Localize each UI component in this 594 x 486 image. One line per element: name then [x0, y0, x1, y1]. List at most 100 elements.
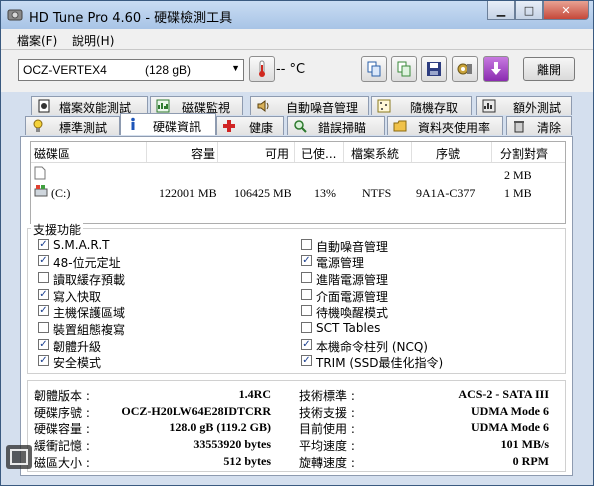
- serial-value: OCZ-H20LW64E28IDTCRR: [121, 404, 271, 418]
- drive-size: (128 gB): [145, 63, 192, 77]
- copy-all-button[interactable]: [391, 56, 417, 82]
- tab-error-scan[interactable]: 錯誤掃瞄: [287, 116, 385, 135]
- lightbulb-icon: [33, 119, 43, 132]
- exit-button[interactable]: 離開: [523, 57, 575, 81]
- disk-monitor-icon: [156, 99, 170, 113]
- drive-name: OCZ-VERTEX4: [23, 63, 107, 77]
- partition-list-header: 磁碟區 容量 可用 已使... 檔案系統 序號 分割對齊: [31, 142, 565, 163]
- arrow-down-icon: [491, 62, 501, 75]
- tab-health[interactable]: 健康: [216, 116, 284, 135]
- options-button[interactable]: [452, 56, 478, 82]
- drive-icon: [34, 185, 48, 197]
- checkbox[interactable]: ✓: [38, 305, 49, 316]
- tab-label: 資料夾使用率: [418, 121, 491, 135]
- temperature-button[interactable]: [249, 56, 275, 82]
- tab-folder-usage[interactable]: 資料夾使用率: [387, 116, 503, 135]
- save-button[interactable]: [421, 56, 447, 82]
- watermark-logo-icon: [6, 445, 32, 469]
- close-button[interactable]: ✕: [543, 1, 589, 20]
- menu-help[interactable]: 說明(H): [72, 32, 114, 49]
- capacity-label: 硬碟容量 :: [34, 422, 90, 436]
- partition-list[interactable]: 磁碟區 容量 可用 已使... 檔案系統 序號 分割對齊 2 MB (C:) 1…: [30, 141, 566, 224]
- column-header[interactable]: 容量: [191, 145, 215, 162]
- tab-random-access[interactable]: 隨機存取: [371, 96, 472, 115]
- standard-label: 技術標準 :: [299, 389, 355, 403]
- buffer-value: 33553920 bytes: [193, 437, 271, 451]
- tab-extra-tests[interactable]: 額外測試: [476, 96, 572, 115]
- tab-label: 健康: [249, 121, 274, 135]
- thermometer-icon: [259, 60, 265, 77]
- checkbox[interactable]: ✓: [301, 339, 312, 350]
- checkbox[interactable]: [301, 289, 312, 300]
- tab-label: 標準測試: [59, 121, 108, 135]
- title-bar[interactable]: HD Tune Pro 4.60 - 硬碟檢測工具 ▁ □ ✕: [1, 1, 593, 29]
- column-header[interactable]: 磁碟區: [34, 145, 70, 162]
- column-header[interactable]: 分割對齊: [500, 145, 548, 162]
- copy-icon: [367, 61, 381, 77]
- partition-serial: 9A1A-C377: [416, 186, 476, 200]
- checkbox[interactable]: [301, 322, 312, 333]
- copy-all-icon: [397, 61, 411, 77]
- tab-erase[interactable]: 清除: [506, 116, 572, 135]
- folder-icon: [393, 120, 407, 132]
- toolbar: OCZ-VERTEX4 (128 gB) ▼ -- °C 離開: [1, 50, 593, 92]
- hd-tune-app-icon: [7, 9, 23, 21]
- buffer-label: 緩衝記憶 :: [34, 439, 90, 453]
- copy-button[interactable]: [361, 56, 387, 82]
- tab-label: 自動噪音管理: [286, 101, 359, 115]
- tab-benchmark[interactable]: 標準測試: [25, 116, 120, 135]
- tab-info[interactable]: 硬碟資訊: [120, 113, 216, 135]
- checkbox[interactable]: ✓: [38, 355, 49, 366]
- tab-label: 錯誤掃瞄: [318, 121, 367, 135]
- info-panel: 磁碟區 容量 可用 已使... 檔案系統 序號 分割對齊 2 MB (C:) 1…: [20, 136, 573, 476]
- checkbox[interactable]: [301, 272, 312, 283]
- menu-bar: 檔案(F) 說明(H): [1, 29, 593, 50]
- trash-icon: [514, 121, 524, 133]
- column-header[interactable]: 序號: [436, 145, 460, 162]
- checkbox[interactable]: ✓: [38, 339, 49, 350]
- partition-used: 13%: [314, 186, 336, 200]
- tab-noise-management[interactable]: 自動噪音管理: [250, 96, 369, 115]
- column-header[interactable]: 可用: [265, 145, 289, 162]
- menu-file[interactable]: 檔案(F): [17, 32, 57, 49]
- window-title: HD Tune Pro 4.60 - 硬碟檢測工具: [29, 11, 233, 26]
- avg-speed-label: 平均速度 :: [299, 439, 355, 453]
- file-benchmark-icon: [38, 99, 50, 113]
- health-cross-icon: [223, 120, 235, 132]
- active-mode-value: UDMA Mode 6: [471, 420, 549, 434]
- checkbox[interactable]: ✓: [38, 239, 49, 250]
- tab-label: 硬碟資訊: [153, 120, 202, 134]
- rotation-value: 0 RPM: [512, 454, 549, 468]
- checkbox[interactable]: [38, 272, 49, 283]
- checkbox[interactable]: ✓: [301, 255, 312, 266]
- checkbox[interactable]: [301, 305, 312, 316]
- magnifier-icon: [294, 120, 307, 133]
- tab-label: 隨機存取: [410, 101, 459, 115]
- minimize-button[interactable]: ▁: [487, 1, 515, 20]
- drive-select[interactable]: OCZ-VERTEX4 (128 gB) ▼: [18, 59, 244, 81]
- close-icon: ✕: [561, 3, 571, 17]
- supported-label: 技術支援 :: [299, 406, 355, 420]
- temperature-readout: -- °C: [276, 62, 306, 77]
- speaker-icon: [257, 100, 269, 112]
- checkbox[interactable]: ✓: [38, 255, 49, 266]
- partition-align: 1 MB: [504, 186, 532, 200]
- serial-label: 硬碟序號 :: [34, 406, 90, 420]
- tab-label: 額外測試: [513, 101, 562, 115]
- active-mode-label: 目前使用 :: [299, 422, 355, 436]
- maximize-button[interactable]: □: [515, 1, 543, 20]
- tab-label: 清除: [537, 121, 562, 135]
- sector-size-label: 磁區大小 :: [34, 456, 90, 470]
- checkbox[interactable]: ✓: [38, 289, 49, 300]
- partition-free: 106425 MB: [234, 186, 292, 200]
- column-header[interactable]: 已使...: [301, 145, 336, 162]
- blank-file-icon: [34, 166, 46, 180]
- partition-align: 2 MB: [504, 168, 532, 182]
- tools-icon: [457, 63, 472, 75]
- checkbox[interactable]: [38, 322, 49, 333]
- checkbox[interactable]: ✓: [301, 355, 312, 366]
- column-header[interactable]: 檔案系統: [351, 145, 399, 162]
- checkbox[interactable]: [301, 239, 312, 250]
- avg-speed-value: 101 MB/s: [500, 437, 549, 451]
- download-button[interactable]: [483, 56, 509, 82]
